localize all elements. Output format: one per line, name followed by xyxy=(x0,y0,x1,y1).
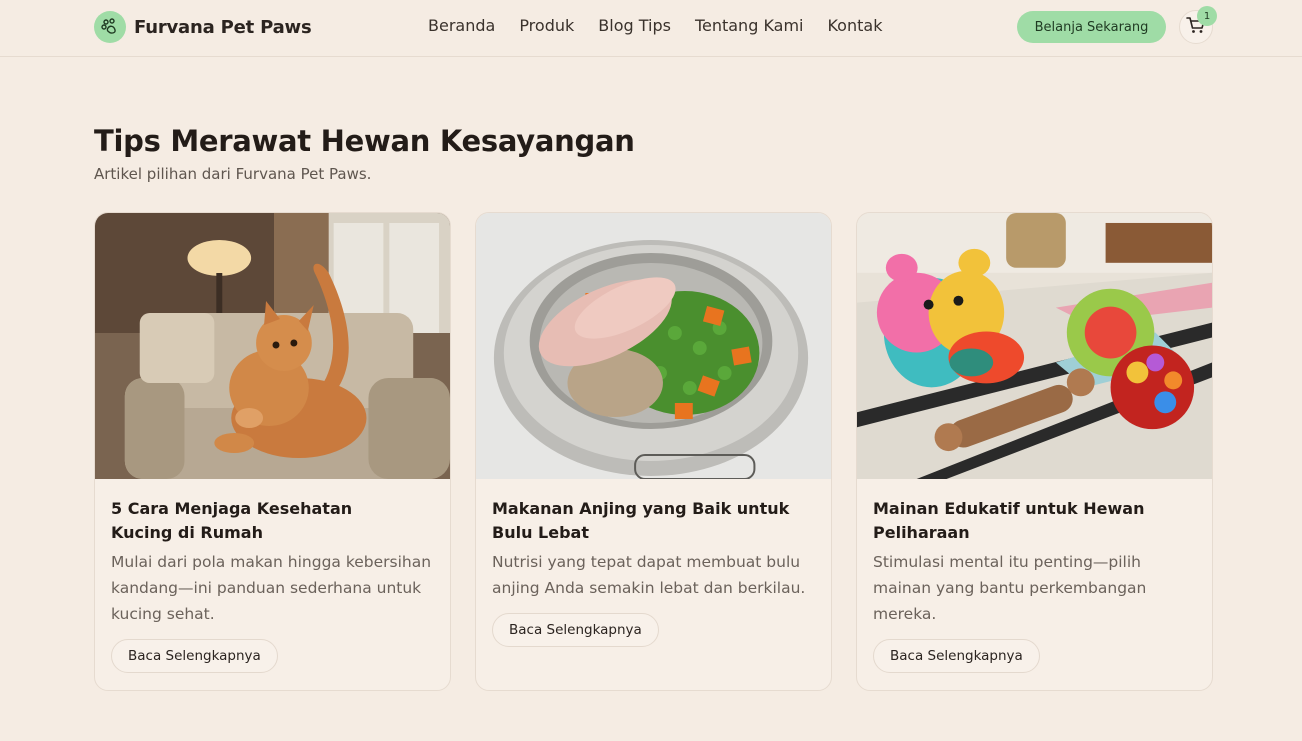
paw-icon xyxy=(94,11,126,43)
article-image-toys[interactable] xyxy=(857,213,1212,479)
main-nav: Beranda Produk Blog Tips Tentang Kami Ko… xyxy=(428,16,906,35)
read-more-button[interactable]: Baca Selengkapnya xyxy=(492,613,659,647)
article-card: Mainan Edukatif untuk Hewan Peliharaan S… xyxy=(856,212,1213,691)
article-image-cat[interactable] xyxy=(95,213,450,479)
article-excerpt: Mulai dari pola makan hingga kebersihan … xyxy=(111,553,432,623)
nav-beranda[interactable]: Beranda xyxy=(428,16,495,35)
article-excerpt: Nutrisi yang tepat dapat membuat bulu an… xyxy=(492,553,806,597)
cart-count-badge: 1 xyxy=(1197,6,1217,26)
article-title[interactable]: 5 Cara Menjaga Kesehatan Kucing di Rumah xyxy=(111,497,411,545)
article-body: Makanan Anjing yang Baik untuk Bulu Leba… xyxy=(476,479,831,647)
article-image-dog-food[interactable] xyxy=(476,213,831,479)
shop-now-button[interactable]: Belanja Sekarang xyxy=(1017,11,1166,43)
site-header: Furvana Pet Paws Beranda Produk Blog Tip… xyxy=(0,0,1302,57)
nav-tentang-kami[interactable]: Tentang Kami xyxy=(695,16,804,35)
article-card: 5 Cara Menjaga Kesehatan Kucing di Rumah… xyxy=(94,212,451,691)
article-title[interactable]: Mainan Edukatif untuk Hewan Peliharaan xyxy=(873,497,1173,545)
brand-logo-link[interactable]: Furvana Pet Paws xyxy=(94,11,312,43)
article-body: Mainan Edukatif untuk Hewan Peliharaan S… xyxy=(857,479,1212,673)
nav-kontak[interactable]: Kontak xyxy=(827,16,882,35)
read-more-button[interactable]: Baca Selengkapnya xyxy=(873,639,1040,673)
article-body: 5 Cara Menjaga Kesehatan Kucing di Rumah… xyxy=(95,479,450,673)
page-subtitle: Artikel pilihan dari Furvana Pet Paws. xyxy=(94,165,372,183)
nav-produk[interactable]: Produk xyxy=(519,16,574,35)
nav-blog-tips[interactable]: Blog Tips xyxy=(598,16,671,35)
brand-name: Furvana Pet Paws xyxy=(134,16,312,38)
article-card: Makanan Anjing yang Baik untuk Bulu Leba… xyxy=(475,212,832,691)
read-more-button[interactable]: Baca Selengkapnya xyxy=(111,639,278,673)
page-title: Tips Merawat Hewan Kesayangan xyxy=(94,124,635,158)
article-title[interactable]: Makanan Anjing yang Baik untuk Bulu Leba… xyxy=(492,497,792,545)
article-excerpt: Stimulasi mental itu penting—pilih maina… xyxy=(873,553,1147,623)
